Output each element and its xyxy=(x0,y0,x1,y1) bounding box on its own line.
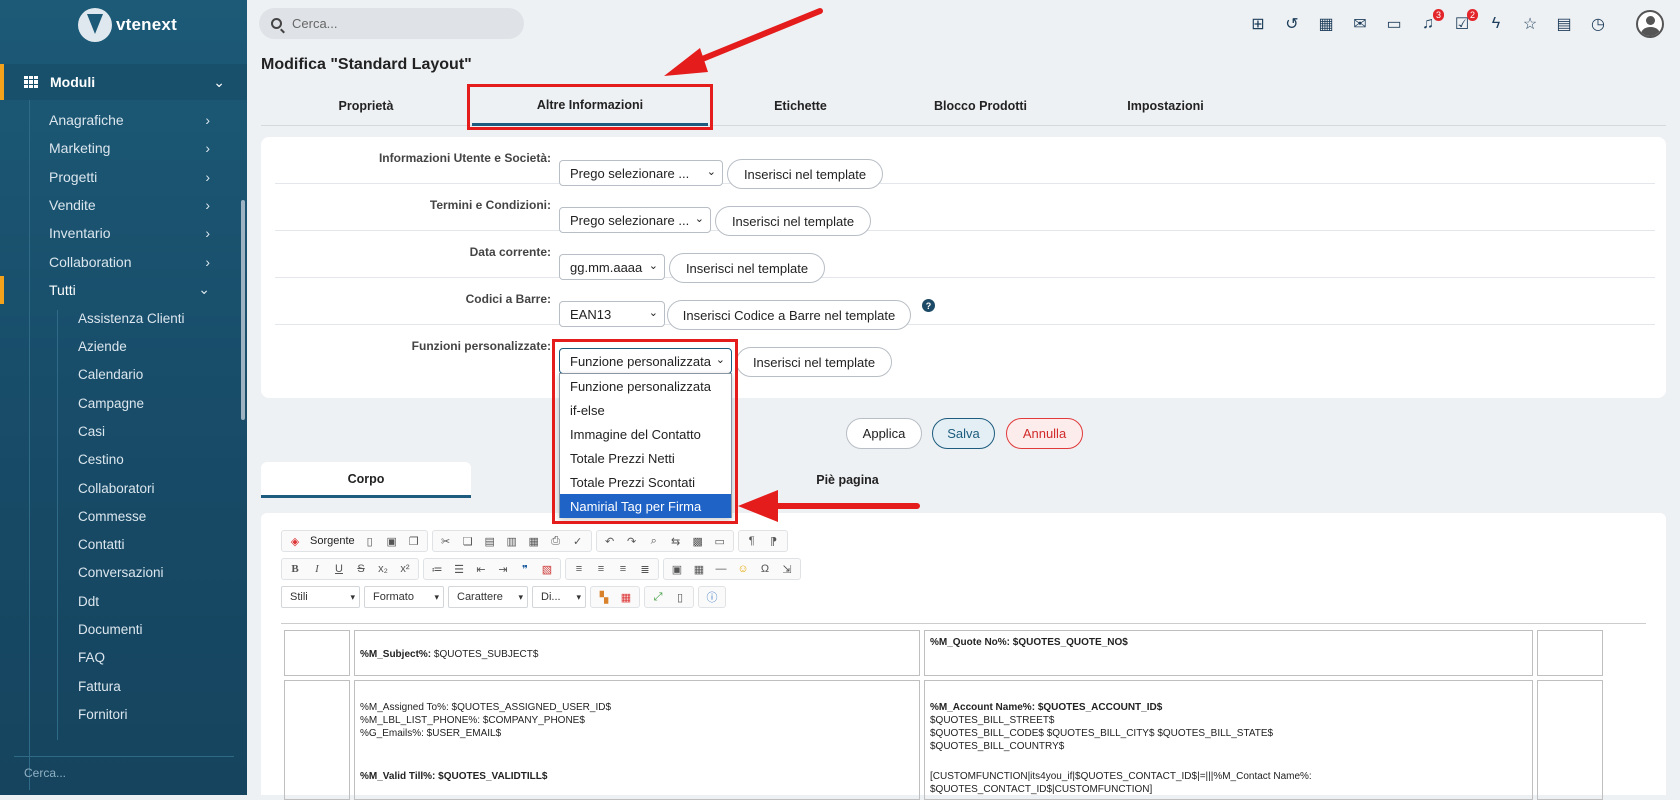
arrow-bottom xyxy=(738,490,920,522)
arrow-top xyxy=(664,8,823,76)
annotation-arrows xyxy=(664,8,920,522)
